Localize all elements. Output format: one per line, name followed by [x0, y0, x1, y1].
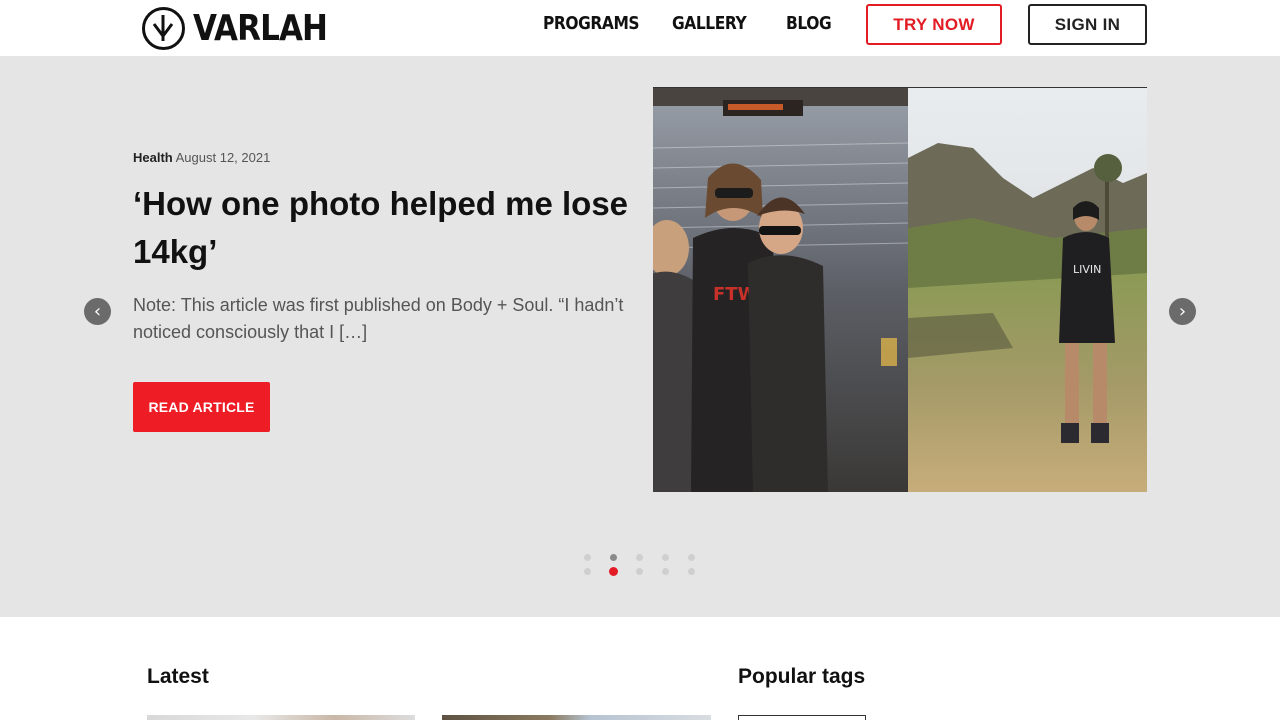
- chevron-left-icon: ‹: [93, 300, 102, 322]
- slider-dot[interactable]: [662, 568, 669, 575]
- read-article-button[interactable]: READ ARTICLE: [133, 382, 270, 432]
- slider-dot[interactable]: [584, 568, 591, 575]
- post-category[interactable]: Health: [133, 150, 173, 165]
- latest-post-thumbnail[interactable]: [442, 715, 711, 720]
- slider-dot[interactable]: [636, 554, 643, 561]
- slider-dot[interactable]: [584, 554, 591, 561]
- latest-section-title: Latest: [147, 665, 209, 688]
- slider-pagination: [584, 554, 704, 582]
- post-excerpt: Note: This article was first published o…: [133, 295, 624, 342]
- post-meta: Health August 12, 2021: [133, 150, 270, 165]
- post-date: August 12, 2021: [175, 150, 271, 165]
- chevron-right-icon: ›: [1178, 300, 1187, 322]
- slider-dot[interactable]: [636, 568, 643, 575]
- logo-mark-icon: [142, 6, 185, 50]
- post-title[interactable]: ‘How one photo helped me lose 14kg’: [133, 180, 633, 276]
- nav-blog[interactable]: BLOG: [786, 13, 832, 34]
- hero-slider: Health August 12, 2021 ‘How one photo he…: [0, 56, 1280, 617]
- tag-chip[interactable]: [738, 715, 866, 720]
- post-featured-image[interactable]: FTW. LIVIN: [653, 87, 1147, 492]
- slider-dot-active[interactable]: [609, 567, 618, 576]
- nav-gallery[interactable]: GALLERY: [672, 13, 747, 34]
- slider-dot-active[interactable]: [610, 554, 617, 561]
- try-now-button[interactable]: TRY NOW: [866, 4, 1002, 45]
- slider-next-button[interactable]: ›: [1169, 298, 1196, 325]
- slider-prev-button[interactable]: ‹: [84, 298, 111, 325]
- brand-logo[interactable]: VARLAH: [142, 6, 349, 50]
- latest-post-thumbnail[interactable]: [147, 715, 415, 720]
- site-header: VARLAH PROGRAMS GALLERY BLOG TRY NOW SIG…: [0, 0, 1280, 56]
- nav-programs[interactable]: PROGRAMS: [543, 13, 640, 34]
- slider-dot[interactable]: [688, 554, 695, 561]
- popular-tags-title: Popular tags: [738, 665, 866, 688]
- slider-dot[interactable]: [688, 568, 695, 575]
- brand-name: VARLAH: [193, 7, 328, 49]
- slider-dot[interactable]: [662, 554, 669, 561]
- sign-in-button[interactable]: SIGN IN: [1028, 4, 1147, 45]
- image-shirt-text-livin: LIVIN: [1073, 263, 1101, 276]
